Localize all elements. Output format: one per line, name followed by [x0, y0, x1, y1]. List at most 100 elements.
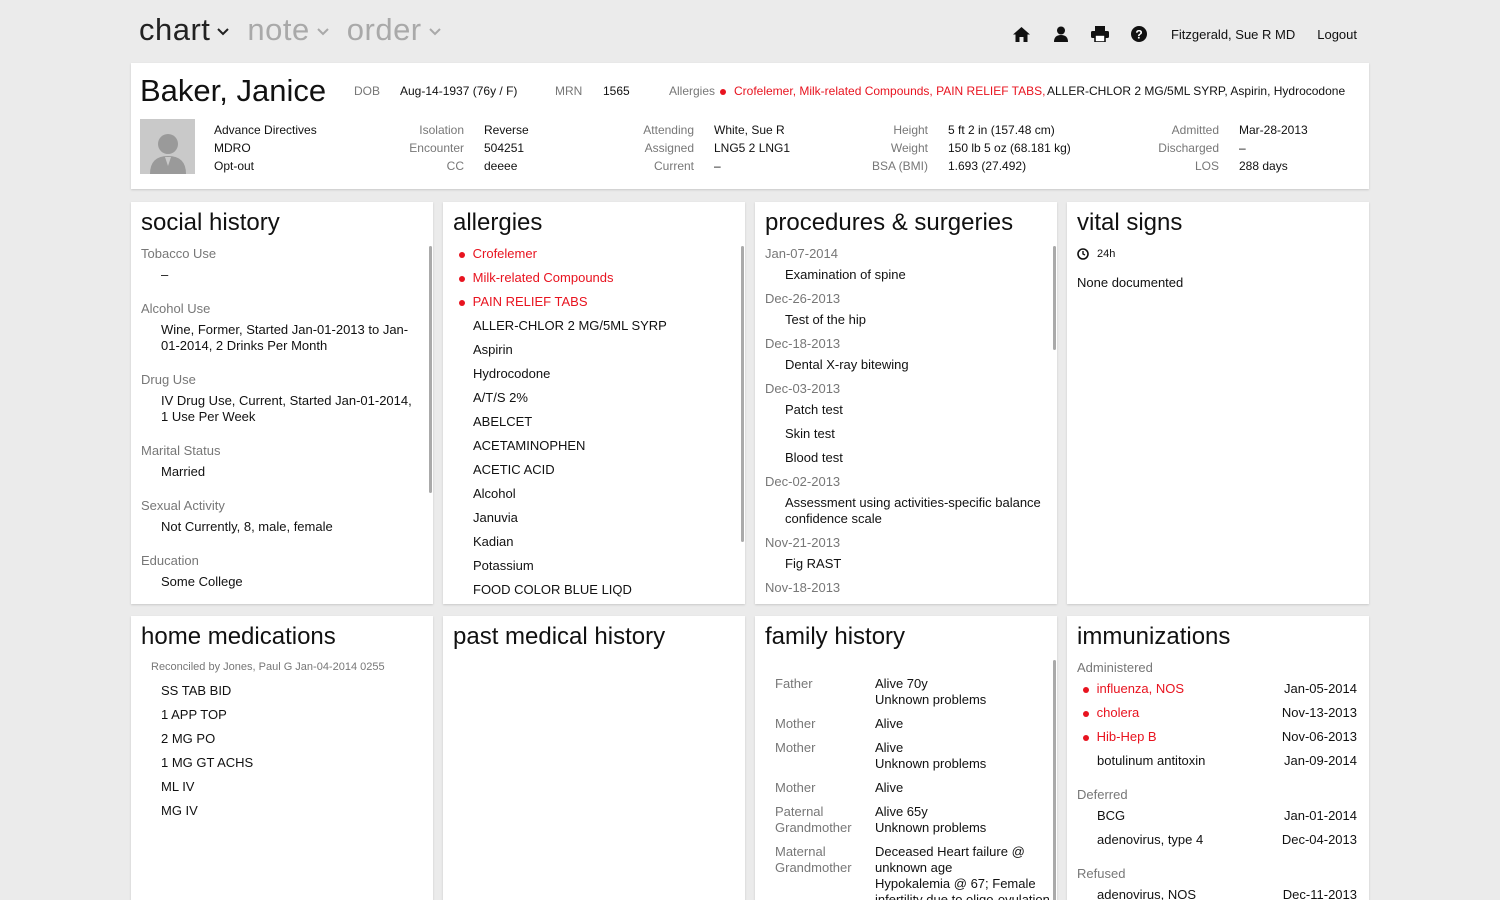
family-detail: Unknown problems [875, 820, 987, 835]
home-medications-title: home medications [141, 623, 336, 650]
vitals-range-toggle[interactable]: 24h [1077, 248, 1115, 260]
main-menu: chart note order [139, 12, 441, 48]
allergy-flag-dot [720, 84, 726, 98]
procedure-item[interactable]: Patch test [785, 402, 843, 418]
family-history-scrollbar[interactable] [1053, 660, 1056, 900]
user-icon[interactable] [1052, 25, 1070, 43]
allergy-item[interactable]: Januvia [473, 510, 518, 525]
family-relation: Paternal Grandmother [775, 804, 852, 835]
immunization-date: Jan-01-2014 [1284, 808, 1357, 823]
nav-toolbar: ? Fitzgerald, Sue R MD Logout [1013, 25, 1357, 43]
flag-opt-out: Opt-out [214, 159, 255, 173]
procedure-item[interactable]: Skin test [785, 426, 835, 442]
medication-item[interactable]: ML IV [161, 779, 194, 794]
medication-item[interactable]: 1 MG GT ACHS [161, 755, 253, 770]
family-relation: Mother [775, 780, 816, 795]
immunization-item[interactable]: BCG [1097, 808, 1125, 823]
allergy-item[interactable]: Kadian [473, 534, 513, 549]
procedures-scrollbar[interactable] [1053, 246, 1056, 350]
family-status: Alive 70y [875, 676, 928, 691]
discharged-label: Discharged [1158, 141, 1219, 155]
allergy-item[interactable]: ACETIC ACID [473, 462, 555, 477]
procedure-date: Nov-21-2013 [765, 535, 841, 550]
procedure-date: Dec-26-2013 [765, 291, 841, 306]
medication-item[interactable]: SS TAB BID [161, 683, 231, 698]
admitted-value: Mar-28-2013 [1239, 123, 1308, 137]
allergies-scrollbar[interactable] [741, 246, 744, 542]
mrn-label: MRN [555, 84, 583, 98]
flag-mdro: MDRO [214, 141, 251, 155]
allergy-item[interactable]: Hydrocodone [473, 366, 550, 381]
allergy-item[interactable]: PAIN RELIEF TABS [459, 294, 588, 309]
assigned-label: Assigned [644, 141, 694, 155]
chevron-down-icon [217, 28, 230, 36]
isolation-label: Isolation [419, 123, 464, 137]
encounter-labels: Isolation Encounter CC [394, 121, 464, 175]
help-icon[interactable]: ? [1130, 25, 1148, 43]
allergy-item[interactable]: FOOD COLOR BLUE LIQD [473, 582, 632, 597]
procedure-item[interactable]: Assessment using activities-specific bal… [785, 495, 1050, 527]
allergy-item[interactable]: ACETAMINOPHEN [473, 438, 585, 453]
allergies-label: Allergies [669, 84, 716, 98]
home-icon[interactable] [1013, 25, 1031, 43]
home-medications-panel: home medications Reconciled by Jones, Pa… [131, 616, 433, 900]
procedures-panel: procedures & surgeries Jan-07-2014 Exami… [755, 202, 1057, 604]
allergy-item[interactable]: A/T/S 2% [473, 390, 528, 405]
logout-link[interactable]: Logout [1317, 27, 1357, 42]
family-status: Alive [875, 716, 904, 731]
immunization-item[interactable]: cholera [1083, 705, 1139, 720]
print-icon[interactable] [1090, 25, 1109, 43]
clock-icon [1077, 248, 1089, 260]
chart-menu-label: chart [139, 12, 211, 47]
procedure-date: Jan-07-2014 [765, 246, 838, 261]
procedure-item[interactable]: Fig RAST [785, 556, 841, 572]
immunization-item[interactable]: botulinum antitoxin [1097, 753, 1205, 768]
vital-signs-title: vital signs [1077, 209, 1183, 236]
allergy-item[interactable]: Crofelemer [459, 246, 537, 261]
note-menu[interactable]: note [247, 12, 329, 48]
order-menu[interactable]: order [347, 12, 441, 48]
procedure-item[interactable]: Examination of spine [785, 267, 906, 283]
flag-advance-directives: Advance Directives [214, 123, 317, 137]
immunization-item[interactable]: adenovirus, type 4 [1097, 832, 1203, 847]
procedures-title: procedures & surgeries [765, 209, 1014, 236]
family-relation: Mother [775, 740, 816, 755]
medication-item[interactable]: MG IV [161, 803, 198, 818]
immunization-date: Dec-11-2013 [1282, 887, 1357, 900]
allergy-item[interactable]: ABELCET [473, 414, 532, 429]
family-status: Alive [875, 740, 904, 755]
social-history-scrollbar[interactable] [429, 246, 432, 493]
chart-menu[interactable]: chart [139, 12, 230, 48]
reconciled-note: Reconciled by Jones, Paul G Jan-04-2014 … [151, 661, 385, 673]
medication-item[interactable]: 2 MG PO [161, 731, 215, 746]
allergy-item[interactable]: ALLER-CHLOR 2 MG/5ML SYRP [473, 318, 667, 333]
assigned-value: LNG5 2 LNG1 [714, 141, 791, 155]
allergy-item[interactable]: Milk-related Compounds [459, 270, 614, 285]
immunization-item[interactable]: Hib-Hep B [1083, 729, 1157, 744]
immunization-item[interactable]: adenovirus, NOS [1097, 887, 1196, 900]
top-navigation: chart note order ? Fitzgerald, Sue R MD … [0, 0, 1500, 62]
allergy-item[interactable]: Alcohol [473, 486, 516, 501]
procedure-item[interactable]: Dental X-ray bitewing [785, 357, 909, 373]
procedure-item[interactable]: Blood test [785, 450, 843, 466]
procedure-item[interactable]: Test of the hip [785, 312, 866, 328]
allergy-item[interactable]: Potassium [473, 558, 534, 573]
family-detail: Hypokalemia @ 67; Female infertility due… [875, 876, 1050, 900]
immunization-date: Jan-09-2014 [1284, 753, 1357, 768]
encounter-values: Reverse 504251 deeee [484, 121, 529, 175]
vitals-range-label: 24h [1097, 248, 1116, 260]
attending-label: Attending [643, 123, 694, 137]
family-history-title: family history [765, 623, 906, 650]
avatar-icon [149, 134, 186, 174]
marital-status-label: Marital Status [141, 443, 221, 458]
immunization-date: Jan-05-2014 [1284, 681, 1357, 696]
vitals-empty-message: None documented [1077, 275, 1184, 290]
drug-use-value: IV Drug Use, Current, Started Jan-01-201… [161, 393, 412, 424]
current-user[interactable]: Fitzgerald, Sue R MD [1171, 27, 1295, 42]
allergy-item[interactable]: Aspirin [473, 342, 513, 357]
bsa-label: BSA (BMI) [871, 159, 928, 173]
dob-value: Aug-14-1937 (76y / F) [400, 84, 518, 98]
immunization-item[interactable]: influenza, NOS [1083, 681, 1184, 696]
medication-item[interactable]: 1 APP TOP [161, 707, 227, 722]
attending-value: White, Sue R [714, 123, 785, 137]
